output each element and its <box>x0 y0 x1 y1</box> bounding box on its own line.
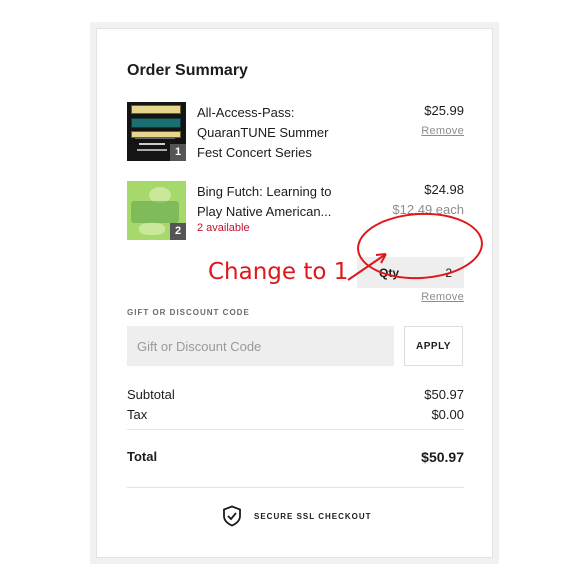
divider <box>127 429 464 430</box>
order-summary-title: Order Summary <box>127 62 248 79</box>
product-name[interactable]: Bing Futch: Learning to Play Native Amer… <box>197 182 347 222</box>
divider <box>127 487 464 488</box>
quantity-badge: 1 <box>170 144 186 161</box>
shield-check-icon <box>223 505 241 527</box>
total-label: Total <box>127 449 158 464</box>
product-name[interactable]: All-Access-Pass: QuaranTUNE Summer Fest … <box>197 103 347 163</box>
gift-code-input[interactable] <box>127 326 394 366</box>
ticket-graphic <box>131 131 181 138</box>
tax-label: Tax <box>127 407 148 422</box>
order-summary-card: Order Summary 1 All-Access-Pass: QuaranT… <box>96 28 493 558</box>
subtotal-label: Subtotal <box>127 387 175 402</box>
thumbnail-decoration <box>131 201 179 223</box>
subtotal-row: Subtotal $50.97 <box>127 387 464 402</box>
availability-text: 2 available <box>197 222 250 234</box>
cart-item: 1 All-Access-Pass: QuaranTUNE Summer Fes… <box>127 102 464 162</box>
gift-code-label: GIFT OR DISCOUNT CODE <box>127 308 250 317</box>
remove-button[interactable]: Remove <box>421 291 464 303</box>
subtotal-value: $50.97 <box>424 387 464 402</box>
ticket-graphic <box>131 118 181 128</box>
tax-row: Tax $0.00 <box>127 407 464 422</box>
total-value: $50.97 <box>421 449 464 465</box>
ticket-caption-graphic <box>135 138 175 156</box>
remove-button[interactable]: Remove <box>421 125 464 137</box>
product-thumbnail[interactable]: 2 <box>127 181 186 240</box>
thumbnail-decoration <box>139 223 165 235</box>
tax-value: $0.00 <box>431 407 464 422</box>
product-thumbnail[interactable]: 1 <box>127 102 186 161</box>
total-row: Total $50.97 <box>127 449 464 465</box>
product-price: $24.98 <box>424 182 464 197</box>
apply-button[interactable]: APPLY <box>404 326 463 366</box>
quantity-badge: 2 <box>170 223 186 240</box>
secure-checkout-label: SECURE SSL CHECKOUT <box>254 512 372 521</box>
annotation-text: Change to 1 <box>208 259 349 285</box>
product-price: $25.99 <box>424 103 464 118</box>
ticket-graphic <box>131 105 181 114</box>
annotation-arrow-icon <box>347 253 387 281</box>
